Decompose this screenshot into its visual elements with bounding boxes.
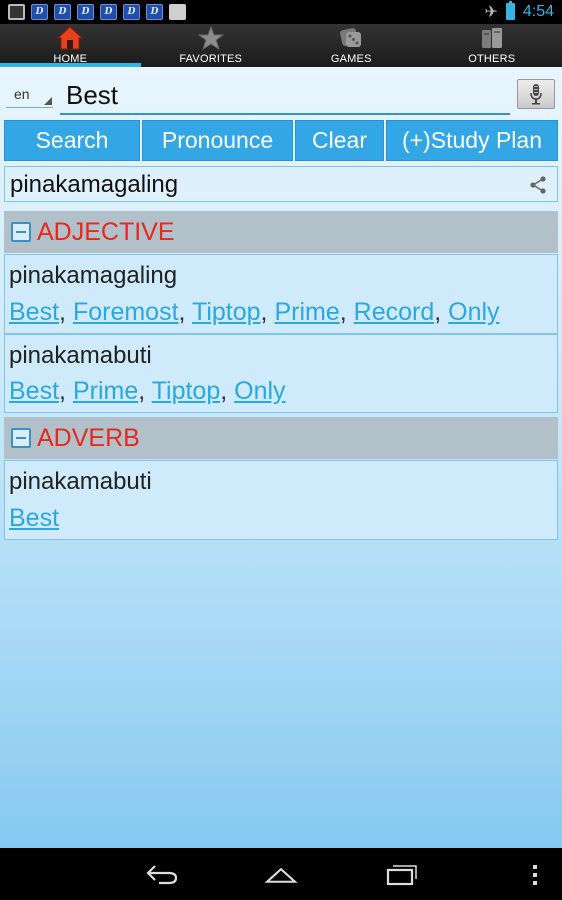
airplane-mode-icon: ✈ xyxy=(484,2,498,21)
shopping-bag-icon xyxy=(169,4,186,20)
status-bar: D D D D D D ✈ 4:54 xyxy=(0,0,562,24)
synonym-link[interactable]: Only xyxy=(234,377,285,405)
synonym-list: Best xyxy=(9,504,59,533)
tab-label: GAMES xyxy=(330,53,372,65)
others-icon xyxy=(481,28,502,48)
collapse-icon[interactable] xyxy=(11,222,31,242)
synonym-link[interactable]: Record xyxy=(354,298,435,326)
search-input[interactable] xyxy=(60,77,510,115)
list-item: pinakamabuti Best xyxy=(4,460,558,540)
separator: , xyxy=(59,298,73,326)
entry-word: pinakamagaling xyxy=(9,262,178,289)
synonym-link[interactable]: Foremost xyxy=(73,298,179,326)
home-icon xyxy=(57,26,84,50)
separator: , xyxy=(178,298,192,326)
picture-icon xyxy=(8,4,25,20)
tab-label: HOME xyxy=(53,53,88,65)
dictionary-app-icon: D xyxy=(100,4,117,20)
battery-icon xyxy=(505,1,515,20)
separator: , xyxy=(339,298,354,326)
section-title: ADVERB xyxy=(37,423,140,452)
synonym-list: Best, Prime, Tiptop, Only xyxy=(9,377,286,406)
tab-games[interactable]: GAMES xyxy=(281,24,422,67)
entry-word: pinakamabuti xyxy=(9,342,152,369)
tab-home[interactable]: HOME xyxy=(0,24,141,67)
tab-bar: HOME FAVORITES GAMES OTHERS xyxy=(0,24,562,67)
synonym-list: Best, Foremost, Tiptop, Prime, Record, O… xyxy=(9,298,500,327)
microphone-icon xyxy=(530,84,542,105)
separator: , xyxy=(220,377,235,405)
tab-others[interactable]: OTHERS xyxy=(422,24,562,67)
list-item: pinakamabuti Best, Prime, Tiptop, Only xyxy=(4,334,558,413)
collapse-icon[interactable] xyxy=(11,428,31,448)
synonym-link[interactable]: Only xyxy=(448,298,499,326)
search-button[interactable]: Search xyxy=(4,120,140,161)
section-header-adjective[interactable]: ADJECTIVE xyxy=(4,211,558,253)
dropdown-arrow-icon xyxy=(44,97,52,105)
section-title: ADJECTIVE xyxy=(37,217,175,246)
dictionary-app-icon: D xyxy=(54,4,71,20)
back-icon[interactable] xyxy=(145,862,179,886)
games-icon xyxy=(340,28,362,47)
share-icon[interactable] xyxy=(529,176,547,194)
language-selector[interactable]: en xyxy=(6,82,53,108)
result-word: pinakamagaling xyxy=(10,171,179,198)
synonym-link[interactable]: Best xyxy=(9,504,59,532)
tab-favorites[interactable]: FAVORITES xyxy=(141,24,282,67)
section-header-adverb[interactable]: ADVERB xyxy=(4,417,558,459)
synonym-link[interactable]: Tiptop xyxy=(152,377,221,405)
study-plan-button[interactable]: (+)Study Plan xyxy=(386,120,558,161)
dictionary-app-icon: D xyxy=(77,4,94,20)
clear-button[interactable]: Clear xyxy=(295,120,384,161)
synonym-link[interactable]: Prime xyxy=(73,377,138,405)
separator: , xyxy=(434,298,449,326)
synonym-link[interactable]: Tiptop xyxy=(192,298,261,326)
separator: , xyxy=(260,298,275,326)
pronounce-button[interactable]: Pronounce xyxy=(142,120,293,161)
clock: 4:54 xyxy=(522,2,554,20)
separator: , xyxy=(138,377,152,405)
separator: , xyxy=(59,377,73,405)
voice-search-button[interactable] xyxy=(517,79,555,109)
recent-apps-icon[interactable] xyxy=(385,862,419,886)
dictionary-app-icon: D xyxy=(31,4,48,20)
tab-label: FAVORITES xyxy=(179,53,243,65)
dictionary-app-icon: D xyxy=(123,4,140,20)
language-code: en xyxy=(14,86,30,102)
synonym-link[interactable]: Best xyxy=(9,298,59,326)
navigation-bar xyxy=(0,848,562,900)
main-content: en Search Pronounce Clear (+)Study Plan … xyxy=(0,67,562,848)
list-item: pinakamagaling Best, Foremost, Tiptop, P… xyxy=(4,254,558,334)
synonym-link[interactable]: Prime xyxy=(274,298,339,326)
star-icon xyxy=(197,26,224,50)
menu-overflow-icon[interactable] xyxy=(530,864,540,886)
tab-label: OTHERS xyxy=(468,53,516,65)
synonym-link[interactable]: Best xyxy=(9,377,59,405)
action-buttons: Search Pronounce Clear (+)Study Plan xyxy=(4,120,558,161)
entry-word: pinakamabuti xyxy=(9,468,152,495)
dictionary-app-icon: D xyxy=(146,4,163,20)
notification-icons: D D D D D D xyxy=(8,4,186,20)
home-nav-icon[interactable] xyxy=(264,862,298,886)
result-header: pinakamagaling xyxy=(4,166,558,202)
